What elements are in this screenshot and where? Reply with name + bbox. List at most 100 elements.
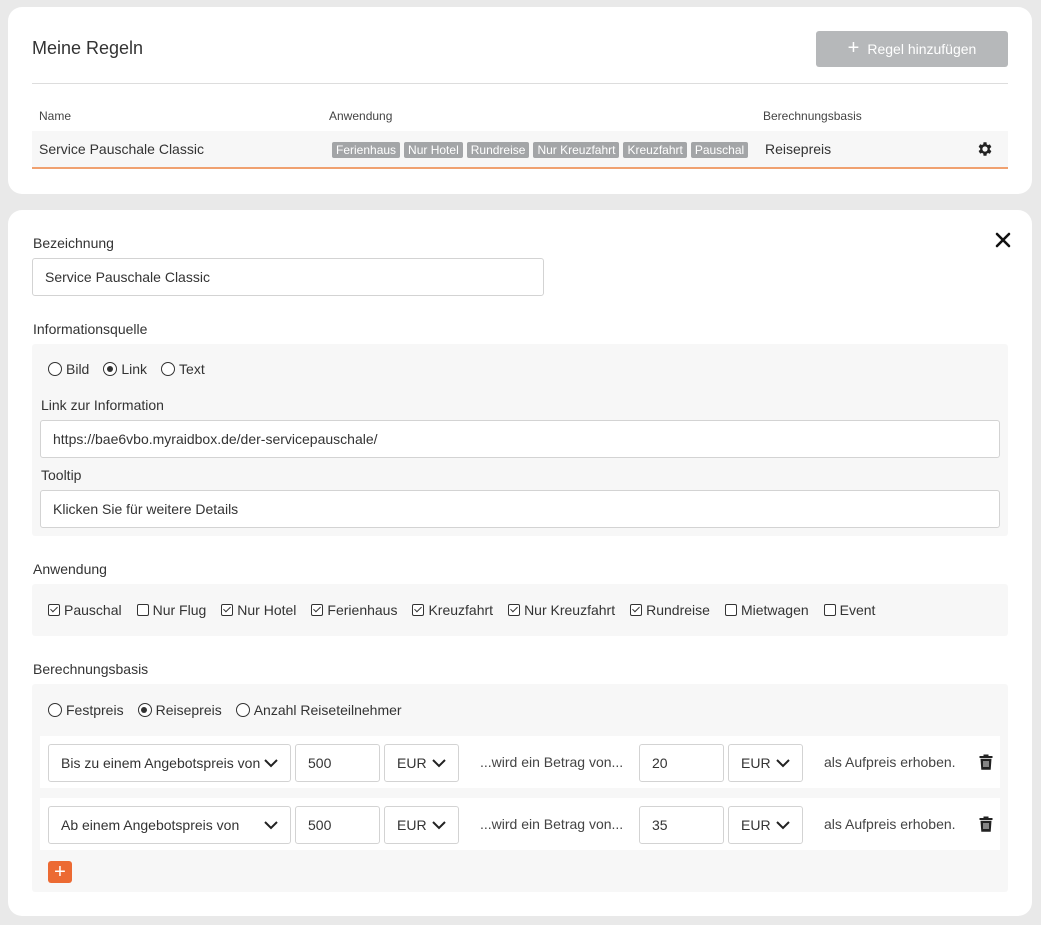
checkbox-indicator (823, 604, 836, 616)
radio-label: Text (179, 361, 205, 377)
price-rule-row: Ab einem Angebotspreis von EUR ...wird e… (40, 798, 1000, 850)
tag: Nur Hotel (404, 142, 463, 158)
application-label: Anwendung (33, 561, 107, 577)
radio-label: Link (121, 361, 148, 377)
column-header-name: Name (39, 109, 72, 123)
radio-indicator (48, 703, 62, 717)
chevron-down-icon (432, 821, 446, 830)
price-rule-row: Bis zu einem Angebotspreis von EUR ...wi… (40, 736, 1000, 788)
designation-input[interactable] (32, 258, 544, 296)
radio-indicator (103, 362, 118, 376)
rule-basis: Reisepreis (765, 141, 832, 157)
checkbox-label: Mietwagen (740, 602, 809, 618)
radio-indicator (137, 703, 152, 717)
tooltip-label: Tooltip (41, 467, 82, 483)
checkbox-indicator (311, 604, 324, 616)
radio-label: Reisepreis (155, 702, 222, 718)
close-icon[interactable] (995, 232, 1011, 248)
add-rule-button[interactable]: + Regel hinzufügen (816, 31, 1008, 67)
suffix-text: als Aufpreis erhoben. (824, 754, 956, 770)
checkbox-label: Nur Flug (152, 602, 207, 618)
application-panel: Pauschal Nur Flug Nur Hotel Ferienhaus K… (32, 584, 1008, 636)
checkbox-label: Nur Kreuzfahrt (524, 602, 616, 618)
radio-text[interactable]: Text (161, 361, 205, 377)
radio-bild[interactable]: Bild (48, 361, 89, 377)
checkbox-label: Nur Hotel (237, 602, 297, 618)
radio-reisepreis[interactable]: Reisepreis (137, 702, 222, 718)
chevron-down-icon (432, 759, 446, 768)
condition-select[interactable]: Bis zu einem Angebotspreis von (48, 744, 291, 782)
checkbox-indicator (412, 604, 425, 616)
checkbox-nur-hotel[interactable]: Nur Hotel (221, 602, 296, 618)
select-value: Ab einem Angebotspreis von (61, 817, 240, 833)
suffix-text: als Aufpreis erhoben. (824, 816, 956, 832)
radio-anzahl-reiseteilnehmer[interactable]: Anzahl Reiseteilnehmer (235, 702, 402, 718)
checkbox-label: Kreuzfahrt (428, 602, 494, 618)
amount-input[interactable] (639, 744, 724, 782)
application-tags: Ferienhaus Nur Hotel Rundreise Nur Kreuz… (332, 142, 749, 158)
currency-select[interactable]: EUR (384, 744, 459, 782)
select-value: EUR (397, 755, 427, 771)
application-checkbox-group: Pauschal Nur Flug Nur Hotel Ferienhaus K… (48, 602, 890, 618)
checkbox-mietwagen[interactable]: Mietwagen (724, 602, 809, 618)
info-source-label: Informationsquelle (33, 321, 148, 337)
tooltip-input[interactable] (40, 490, 1000, 528)
checkbox-label: Rundreise (646, 602, 710, 618)
radio-indicator (161, 362, 176, 376)
threshold-input[interactable] (295, 744, 380, 782)
checkbox-indicator (724, 604, 737, 616)
currency-select[interactable]: EUR (384, 806, 459, 844)
add-price-row-button[interactable]: + (48, 861, 72, 883)
tag: Ferienhaus (332, 142, 401, 158)
link-label: Link zur Information (41, 397, 164, 413)
chevron-down-icon (264, 759, 278, 768)
radio-indicator (48, 362, 62, 376)
threshold-input[interactable] (295, 806, 380, 844)
checkbox-ferienhaus[interactable]: Ferienhaus (311, 602, 397, 618)
radio-label: Anzahl Reiseteilnehmer (253, 702, 402, 718)
info-source-panel: Bild Link Text Link zur Information Tool… (32, 344, 1008, 536)
radio-festpreis[interactable]: Festpreis (48, 702, 124, 718)
add-rule-label: Regel hinzufügen (867, 41, 977, 57)
checkbox-event[interactable]: Event (823, 602, 875, 618)
middle-text: ...wird ein Betrag von... (480, 754, 624, 770)
checkbox-label: Ferienhaus (327, 602, 398, 618)
middle-text: ...wird ein Betrag von... (480, 816, 624, 832)
radio-label: Festpreis (66, 702, 124, 718)
select-value: Bis zu einem Angebotspreis von (61, 755, 261, 771)
column-header-basis: Berechnungsbasis (763, 109, 862, 123)
link-input[interactable] (40, 420, 1000, 458)
trash-icon[interactable] (979, 816, 993, 832)
gear-icon[interactable] (976, 140, 994, 158)
checkbox-indicator (136, 604, 149, 616)
rules-card: Meine Regeln + Regel hinzufügen Name Anw… (8, 7, 1032, 194)
basis-panel: Festpreis Reisepreis Anzahl Reiseteilneh… (32, 684, 1008, 892)
amount-input[interactable] (639, 806, 724, 844)
table-row[interactable]: Service Pauschale Classic Ferienhaus Nur… (32, 131, 1008, 169)
checkbox-nur-kreuzfahrt[interactable]: Nur Kreuzfahrt (508, 602, 615, 618)
divider (32, 83, 1008, 84)
radio-label: Bild (66, 361, 90, 377)
checkbox-pauschal[interactable]: Pauschal (48, 602, 122, 618)
rule-edit-card: Bezeichnung Informationsquelle Bild Link… (8, 210, 1032, 916)
currency-select[interactable]: EUR (728, 806, 803, 844)
radio-link[interactable]: Link (103, 361, 147, 377)
checkbox-indicator (48, 604, 60, 616)
chevron-down-icon (264, 821, 278, 830)
checkbox-label: Pauschal (64, 602, 122, 618)
condition-select[interactable]: Ab einem Angebotspreis von (48, 806, 291, 844)
select-value: EUR (397, 817, 427, 833)
select-value: EUR (741, 755, 771, 771)
checkbox-nur-flug[interactable]: Nur Flug (136, 602, 207, 618)
tag: Kreuzfahrt (623, 142, 687, 158)
checkbox-kreuzfahrt[interactable]: Kreuzfahrt (412, 602, 493, 618)
currency-select[interactable]: EUR (728, 744, 803, 782)
checkbox-indicator (630, 604, 643, 616)
chevron-down-icon (776, 821, 790, 830)
tag: Nur Kreuzfahrt (533, 142, 620, 158)
checkbox-rundreise[interactable]: Rundreise (630, 602, 710, 618)
rules-title: Meine Regeln (32, 38, 144, 58)
basis-label: Berechnungsbasis (33, 661, 149, 677)
select-value: EUR (741, 817, 771, 833)
trash-icon[interactable] (979, 754, 993, 770)
